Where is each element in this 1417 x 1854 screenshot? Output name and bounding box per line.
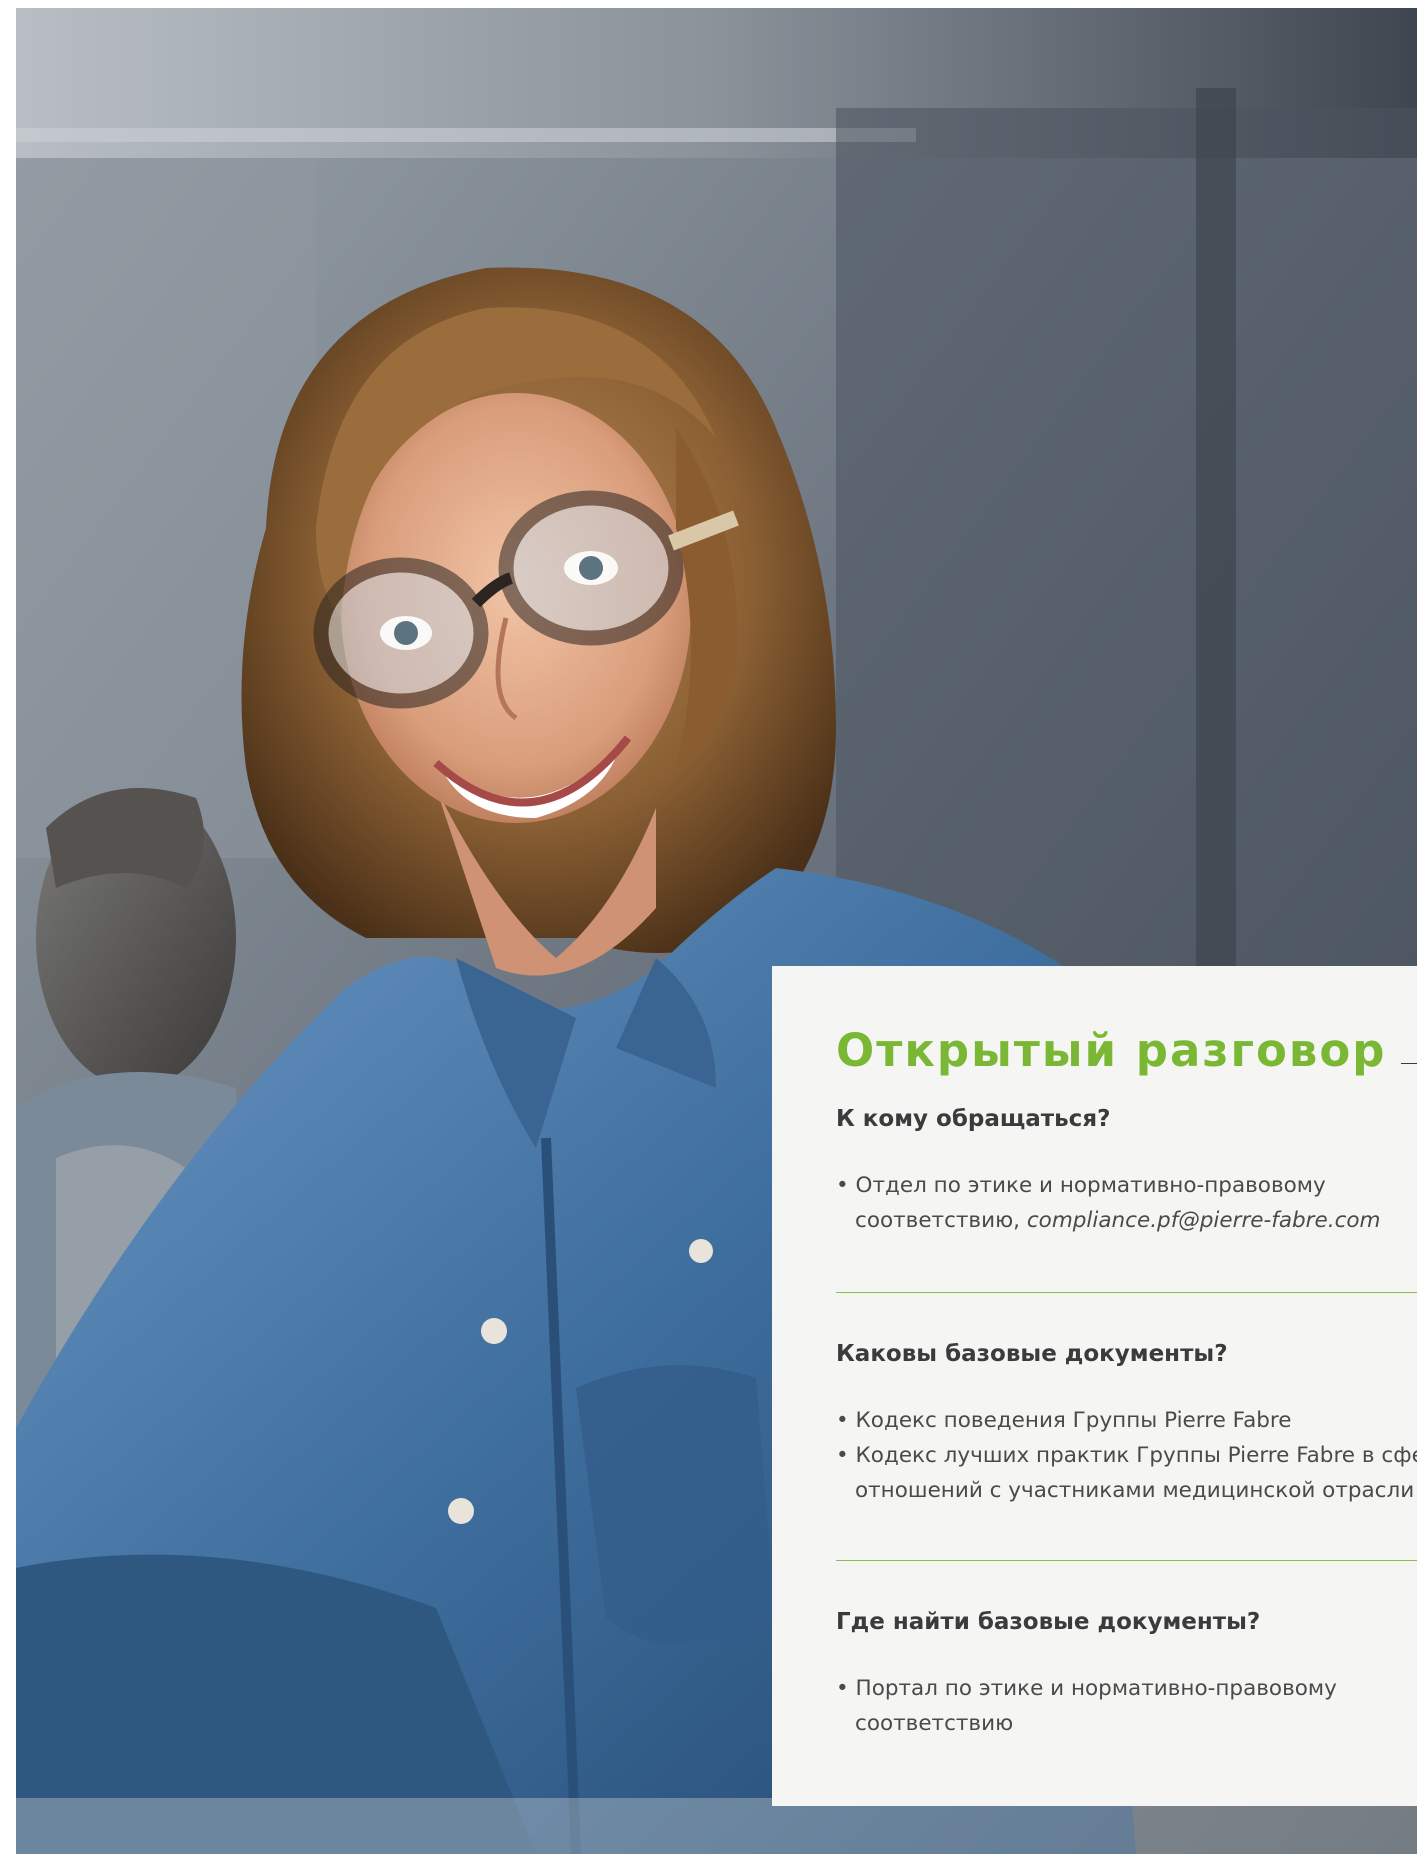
list-item-continuation: отношений с участниками медицинской отра… [855, 1477, 1415, 1503]
card-title: Открытый разговор [836, 1024, 1387, 1077]
section-heading-reference-documents: Каковы базовые документы? [836, 1340, 1228, 1367]
list-item: • Кодекс лучших практик Группы Pierre Fa… [836, 1438, 1417, 1508]
section-divider [836, 1559, 1417, 1561]
list-item: • Отдел по этике и нормативно-правовому … [836, 1168, 1417, 1238]
contact-info-card: Открытый разговор К кому обращаться? • О… [772, 966, 1417, 1806]
bullet-icon: • [836, 1407, 849, 1433]
compliance-email-link[interactable]: compliance.pf@pierre-fabre.com [1027, 1208, 1381, 1233]
list-item-text: Отдел по этике и нормативно-правовому [855, 1172, 1326, 1198]
documents-list: • Кодекс поведения Группы Pierre Fabre •… [836, 1403, 1417, 1508]
list-item: • Кодекс поведения Группы Pierre Fabre [836, 1403, 1417, 1438]
bullet-icon: • [836, 1172, 849, 1198]
contacts-list: • Отдел по этике и нормативно-правовому … [836, 1168, 1417, 1238]
title-underline-rule [1400, 1062, 1417, 1064]
list-item-text: Кодекс поведения Группы Pierre Fabre [855, 1407, 1292, 1433]
locations-list: • Портал по этике и нормативно-правовому… [836, 1671, 1417, 1741]
list-item-text: Портал по этике и нормативно-правовому [855, 1675, 1337, 1701]
list-item-continuation: соответствию, [855, 1207, 1027, 1233]
list-item-continuation: соответствию [855, 1710, 1014, 1736]
section-divider [836, 1291, 1417, 1293]
bullet-icon: • [836, 1442, 849, 1468]
bullet-icon: • [836, 1675, 849, 1701]
list-item: • Портал по этике и нормативно-правовому… [836, 1671, 1417, 1741]
section-heading-where-to-find-documents: Где найти базовые документы? [836, 1608, 1261, 1635]
list-item-text: Кодекс лучших практик Группы Pierre Fabr… [855, 1442, 1417, 1468]
document-page: Открытый разговор К кому обращаться? • О… [0, 0, 1417, 1854]
section-heading-who-to-contact: К кому обращаться? [836, 1105, 1111, 1132]
card-title-row: Открытый разговор [836, 1026, 1417, 1076]
